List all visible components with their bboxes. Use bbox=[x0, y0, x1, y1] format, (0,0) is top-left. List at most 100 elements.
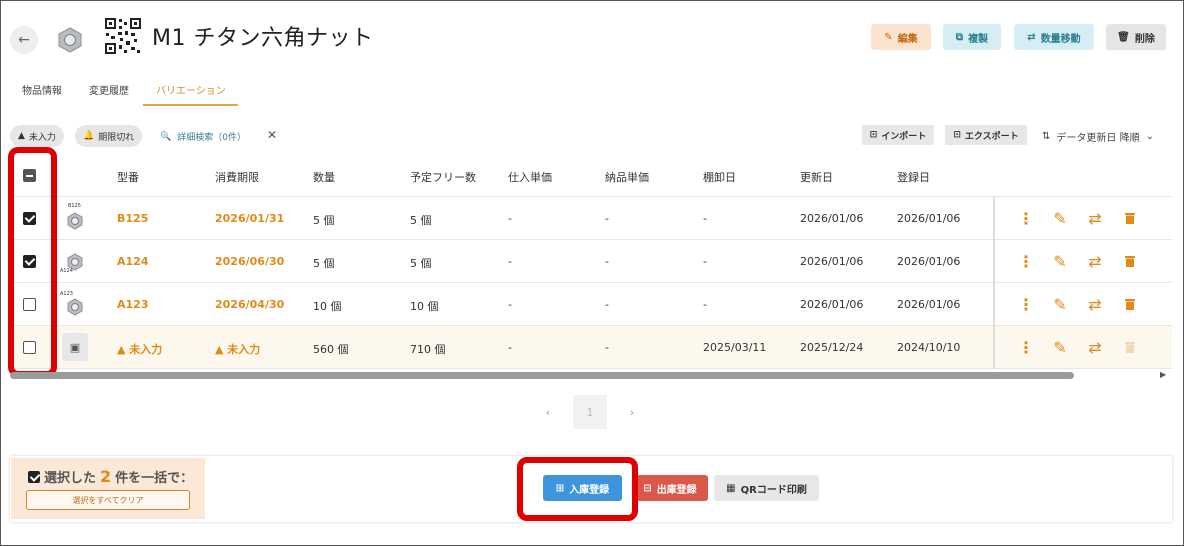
column-header-model[interactable]: 型番 bbox=[117, 169, 139, 185]
chip-label: 未入力 bbox=[28, 132, 56, 143]
cell-delivery-price: - bbox=[605, 212, 609, 225]
cell-expiry: ▲ 未入力 bbox=[215, 341, 260, 357]
cell-registered: 2026/01/06 bbox=[897, 255, 961, 268]
filter-chip-expired[interactable]: 🔔 期限切れ bbox=[75, 125, 143, 147]
import-icon: ⊡ bbox=[869, 130, 878, 140]
tab-variations[interactable]: バリエーション bbox=[156, 82, 226, 97]
cell-model[interactable]: B125 bbox=[117, 212, 148, 225]
image-placeholder-icon: ▣ bbox=[69, 340, 81, 354]
trash-icon: 🗑 bbox=[1117, 31, 1130, 43]
cell-updated: 2026/01/06 bbox=[800, 298, 864, 311]
filter-chip-unentered[interactable]: ▲ 未入力 bbox=[10, 125, 64, 147]
column-header-quantity[interactable]: 数量 bbox=[313, 169, 335, 185]
trash-icon[interactable] bbox=[1123, 296, 1137, 312]
edit-button[interactable]: ✎ 編集 bbox=[871, 24, 931, 50]
clear-search-icon[interactable]: ✕ bbox=[267, 128, 277, 142]
table-row[interactable]: A123 A123 2026/04/30 10 個 10 個 - - - 202… bbox=[10, 283, 1172, 326]
table-header bbox=[10, 152, 1172, 197]
transfer-icon[interactable]: ⇄ bbox=[1088, 209, 1102, 228]
column-header-delivery-price[interactable]: 納品単価 bbox=[605, 169, 649, 185]
warning-icon: ▲ bbox=[18, 131, 25, 141]
page-title: M1 チタン六角ナット bbox=[152, 26, 374, 51]
row-actions: ⋮ ✎ ⇄ bbox=[993, 197, 1173, 240]
row-thumbnail[interactable]: B125 bbox=[60, 203, 90, 233]
thumb-label: B125 bbox=[68, 203, 81, 209]
cell-model[interactable]: ▲ 未入力 bbox=[117, 341, 162, 357]
import-label: インポート bbox=[881, 131, 927, 142]
pagination-prev-icon[interactable]: ‹ bbox=[531, 395, 565, 429]
edit-label: 編集 bbox=[897, 33, 918, 45]
item-image[interactable] bbox=[46, 18, 94, 62]
cell-purchase-price: - bbox=[508, 341, 512, 354]
table-row[interactable]: ▣ ▲ 未入力 ▲ 未入力 560 個 710 個 - - 2025/03/11… bbox=[10, 326, 1172, 369]
table-row[interactable]: A124 A124 2026/06/30 5 個 5 個 - - - 2026/… bbox=[10, 240, 1172, 283]
advanced-search-link[interactable]: 🔍 詳細検索（0件） bbox=[160, 130, 246, 144]
pencil-icon[interactable]: ✎ bbox=[1053, 252, 1067, 271]
column-header-expiry[interactable]: 消費期限 bbox=[215, 169, 259, 185]
cell-model[interactable]: A124 bbox=[117, 255, 148, 268]
scroll-right-icon[interactable]: ▶ bbox=[1160, 370, 1166, 379]
cell-inventory-date: - bbox=[703, 212, 707, 225]
row-thumbnail[interactable]: ▣ bbox=[62, 333, 88, 361]
cell-purchase-price: - bbox=[508, 298, 512, 311]
horizontal-scrollbar-thumb[interactable] bbox=[10, 372, 1074, 379]
stock-out-button[interactable]: ⊟ 出庫登録 bbox=[632, 475, 708, 501]
column-header-free-qty[interactable]: 予定フリー数 bbox=[410, 169, 476, 185]
advanced-search-label: 詳細検索（0件） bbox=[177, 133, 246, 143]
thumb-label: A124 bbox=[60, 268, 73, 274]
cell-updated: 2026/01/06 bbox=[800, 255, 864, 268]
thumb-label: A123 bbox=[60, 291, 73, 297]
sort-select[interactable]: ⇅ データ更新日 降順 ⌄ bbox=[1042, 129, 1154, 144]
column-header-inventory-date[interactable]: 棚卸日 bbox=[703, 169, 736, 185]
column-header-purchase-price[interactable]: 仕入単価 bbox=[508, 169, 552, 185]
transfer-icon: ⇄ bbox=[1027, 31, 1036, 43]
column-header-registered[interactable]: 登録日 bbox=[897, 169, 930, 185]
column-header-updated[interactable]: 更新日 bbox=[800, 169, 833, 185]
active-tab-indicator bbox=[143, 104, 238, 106]
transfer-icon[interactable]: ⇄ bbox=[1088, 338, 1102, 357]
delete-button[interactable]: 🗑 削除 bbox=[1106, 24, 1166, 50]
arrow-left-icon: ← bbox=[18, 32, 30, 48]
stock-out-label: 出庫登録 bbox=[656, 484, 697, 496]
more-vert-icon[interactable]: ⋮ bbox=[1018, 252, 1034, 271]
stock-in-highlight bbox=[517, 457, 638, 521]
table-row[interactable]: B125 B125 2026/01/31 5 個 5 個 - - - 2026/… bbox=[10, 197, 1172, 240]
trash-icon[interactable] bbox=[1123, 253, 1137, 269]
tab-item-info[interactable]: 物品情報 bbox=[22, 82, 62, 97]
pencil-icon[interactable]: ✎ bbox=[1053, 209, 1067, 228]
export-button[interactable]: ⊡ エクスポート bbox=[945, 125, 1027, 145]
pagination-next-icon[interactable]: › bbox=[615, 395, 649, 429]
cell-expiry: 2026/01/31 bbox=[215, 212, 285, 225]
import-button[interactable]: ⊡ インポート bbox=[862, 125, 934, 145]
trash-icon[interactable] bbox=[1123, 210, 1137, 226]
export-label: エクスポート bbox=[964, 131, 1019, 142]
more-vert-icon[interactable]: ⋮ bbox=[1018, 338, 1034, 357]
row-thumbnail[interactable]: A123 bbox=[60, 289, 90, 319]
qr-code-icon[interactable] bbox=[104, 17, 142, 55]
cell-registered: 2026/01/06 bbox=[897, 212, 961, 225]
back-button[interactable]: ← bbox=[10, 26, 38, 54]
cell-model[interactable]: A123 bbox=[117, 298, 148, 311]
row-thumbnail[interactable]: A124 bbox=[60, 246, 90, 276]
pagination-current-page[interactable]: 1 bbox=[573, 395, 607, 429]
qr-print-button[interactable]: ▦ QRコード印刷 bbox=[714, 475, 819, 501]
move-quantity-label: 数量移動 bbox=[1040, 33, 1081, 45]
copy-button[interactable]: ⧉ 複製 bbox=[943, 24, 1001, 50]
cell-purchase-price: - bbox=[508, 212, 512, 225]
export-icon: ⊡ bbox=[953, 130, 961, 140]
more-vert-icon[interactable]: ⋮ bbox=[1018, 209, 1034, 228]
tab-change-history[interactable]: 変更履歴 bbox=[89, 82, 129, 97]
pencil-icon[interactable]: ✎ bbox=[1053, 338, 1067, 357]
transfer-icon[interactable]: ⇄ bbox=[1088, 252, 1102, 271]
cell-purchase-price: - bbox=[508, 255, 512, 268]
cell-free-qty: 10 個 bbox=[410, 300, 439, 313]
cell-inventory-date: - bbox=[703, 255, 707, 268]
move-quantity-button[interactable]: ⇄ 数量移動 bbox=[1014, 24, 1094, 50]
transfer-icon[interactable]: ⇄ bbox=[1088, 295, 1102, 314]
more-vert-icon[interactable]: ⋮ bbox=[1018, 295, 1034, 314]
clear-selection-button[interactable]: 選択をすべてクリア bbox=[26, 490, 190, 510]
cell-free-qty: 5 個 bbox=[410, 214, 432, 227]
pencil-icon[interactable]: ✎ bbox=[1053, 295, 1067, 314]
bulk-selection-text: 選択した 2 件を一括で： bbox=[28, 467, 193, 486]
cell-inventory-date: 2025/03/11 bbox=[703, 341, 767, 354]
